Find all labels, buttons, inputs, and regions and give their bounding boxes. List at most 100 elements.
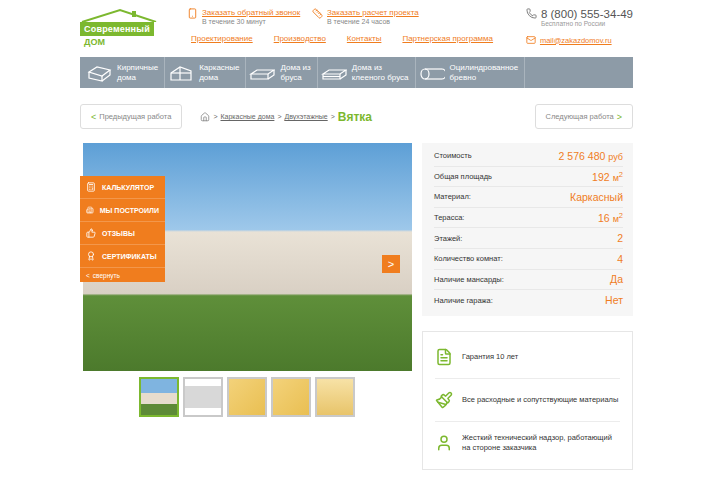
nav-label: Дома изклееного бруса	[352, 63, 409, 82]
breadcrumb-separator: >	[213, 113, 217, 120]
spec-value: 192м2	[592, 170, 623, 183]
contact-item[interactable]: Заказать расчет проектаВ течение 24 часо…	[312, 8, 437, 25]
next-button[interactable]: Следующая работа>	[535, 104, 633, 129]
spec-label: Стоимость	[434, 151, 472, 160]
header-link[interactable]: Контакты	[347, 34, 382, 43]
spec-row: Наличие гаража: Нет	[434, 290, 623, 311]
project-info: Стоимость2 576 480рубОбщая площадь192м2М…	[422, 143, 633, 470]
feature-text: Гарантия 10 лет	[462, 352, 518, 363]
feature-text: Все расходные и сопутствующие материалы	[462, 395, 618, 406]
nav-item[interactable]: Каркасныедома	[165, 57, 246, 88]
nav-label: Каркасныедома	[199, 63, 239, 82]
person-icon	[435, 434, 453, 452]
feature-text: Жесткий технический надзор, работающий н…	[462, 433, 620, 454]
category-nav: Кирпичныедома Каркасныедома Дома избруса До…	[80, 57, 633, 88]
header-right: 8 (800) 555-34-49Бесплатно по России mail…	[526, 8, 633, 57]
smartphone-icon	[187, 8, 198, 19]
thumbnail[interactable]	[139, 377, 179, 417]
email-text: mail@zakazdomov.ru	[540, 36, 612, 45]
side-menu-item[interactable]: ОТЗЫВЫ	[80, 222, 165, 245]
home-icon[interactable]	[200, 112, 210, 122]
ruler-icon	[312, 8, 323, 19]
certificates-icon	[86, 251, 96, 261]
contact-title[interactable]: Заказать обратный звонок	[202, 8, 300, 17]
side-menu-item[interactable]: МЫ ПОСТРОИЛИ	[80, 199, 165, 222]
spec-row: Материал:Каркасный	[434, 187, 623, 208]
spec-unit: м2	[613, 173, 623, 183]
gallery: КАЛЬКУЛЯТОРМЫ ПОСТРОИЛИОТЗЫВЫСЕРТИФИКАТЫ…	[80, 143, 413, 470]
spec-value: 2	[617, 232, 623, 244]
breadcrumb-separator: >	[277, 113, 281, 120]
project-main: КАЛЬКУЛЯТОРМЫ ПОСТРОИЛИОТЗЫВЫСЕРТИФИКАТЫ…	[80, 143, 633, 470]
spec-value: Нет	[605, 294, 623, 306]
spec-row: Терасса: 16м2	[434, 208, 623, 229]
thumbnail[interactable]	[227, 377, 267, 417]
spec-unit: м2	[613, 214, 623, 224]
side-menu: КАЛЬКУЛЯТОРМЫ ПОСТРОИЛИОТЗЫВЫСЕРТИФИКАТЫ…	[80, 176, 165, 282]
logo[interactable]: СовременныйДОМ	[80, 8, 160, 57]
log-icon	[419, 64, 445, 82]
spec-unit: руб	[608, 152, 623, 162]
beam-icon	[249, 64, 275, 82]
spec-row: Количество комнат:4	[434, 249, 623, 270]
breadcrumb-separator: >	[331, 113, 335, 120]
spec-value: Каркасный	[570, 191, 623, 203]
thumbnail[interactable]	[315, 377, 355, 417]
breadcrumb-current: Вятка	[338, 110, 372, 124]
side-menu-item[interactable]: КАЛЬКУЛЯТОР	[80, 176, 165, 199]
document-icon	[435, 348, 453, 366]
features-box: Гарантия 10 лет Все расходные и сопутству…	[422, 331, 633, 470]
contact-note: В течение 24 часов	[327, 18, 419, 25]
breadcrumb-link[interactable]: Каркасные дома	[220, 113, 274, 120]
house-photo: КАЛЬКУЛЯТОРМЫ ПОСТРОИЛИОТЗЫВЫСЕРТИФИКАТЫ…	[83, 143, 412, 371]
contact-text: Заказать обратный звонокВ течение 30 мин…	[202, 8, 300, 25]
prev-button[interactable]: <Предыдущая работа	[80, 104, 182, 129]
breadcrumbs: >Каркасные дома>Двухэтажные>Вятка	[200, 110, 516, 124]
spec-value: 2 576 480руб	[559, 150, 623, 162]
header-link[interactable]: Производство	[274, 34, 326, 43]
nav-item[interactable]: Дома изклееного бруса	[318, 57, 416, 88]
brick-icon	[86, 64, 112, 82]
spec-row: Этажей: 2	[434, 228, 623, 249]
spec-label: Этажей:	[434, 234, 462, 243]
frame-icon	[168, 64, 194, 82]
prev-arrow: <	[91, 112, 96, 122]
header: СовременныйДОМЗаказать обратный звонокВ …	[80, 0, 633, 57]
calculator-icon	[86, 182, 96, 192]
logo-bottom-text: ДОМ	[80, 37, 105, 47]
spec-row: Стоимость 2 576 480руб	[434, 146, 623, 167]
spec-label: Наличие гаража:	[434, 296, 493, 305]
spec-label: Количество комнат:	[434, 254, 503, 263]
spec-value: 16м2	[598, 211, 623, 224]
nav-item[interactable]: Оцилиндрованноебревно	[416, 57, 526, 88]
gallery-next-button[interactable]: >	[382, 255, 400, 273]
side-menu-item[interactable]: СЕРТИФИКАТЫ	[80, 245, 165, 268]
contact-note: В течение 30 минут	[202, 18, 300, 25]
paintbrush-icon	[435, 391, 453, 409]
next-arrow: >	[617, 112, 622, 122]
header-link[interactable]: Партнерская программа	[402, 34, 493, 43]
reviews-icon	[86, 228, 96, 238]
email-link[interactable]: mail@zakazdomov.ru	[526, 35, 612, 45]
phone[interactable]: 8 (800) 555-34-49Бесплатно по России	[526, 8, 633, 27]
thumbnail[interactable]	[183, 377, 223, 417]
phone-number: 8 (800) 555-34-49	[541, 8, 633, 20]
spec-label: Терасса:	[434, 213, 464, 222]
spec-label: Наличие мансарды:	[434, 275, 504, 284]
nav-label: Кирпичныедома	[117, 63, 158, 82]
nav-item[interactable]: Кирпичныедома	[83, 57, 165, 88]
built-icon	[86, 205, 94, 215]
page: СовременныйДОМЗаказать обратный звонокВ …	[80, 0, 633, 470]
feature-item: Жесткий технический надзор, работающий н…	[435, 422, 620, 465]
nav-item[interactable]: Дома избруса	[246, 57, 317, 88]
header-link[interactable]: Проектирование	[191, 34, 253, 43]
thumbnail[interactable]	[271, 377, 311, 417]
feature-item: Гарантия 10 лет	[435, 336, 620, 379]
contact-title[interactable]: Заказать расчет проекта	[327, 8, 419, 17]
collapse-button[interactable]: <свернуть	[80, 268, 165, 282]
nav-label: Оцилиндрованноебревно	[450, 63, 519, 82]
breadcrumb-link[interactable]: Двухэтажные	[284, 113, 327, 120]
contact-text: Заказать расчет проектаВ течение 24 часо…	[327, 8, 419, 25]
glued-icon	[321, 64, 347, 82]
contact-item[interactable]: Заказать обратный звонокВ течение 30 мин…	[187, 8, 312, 25]
